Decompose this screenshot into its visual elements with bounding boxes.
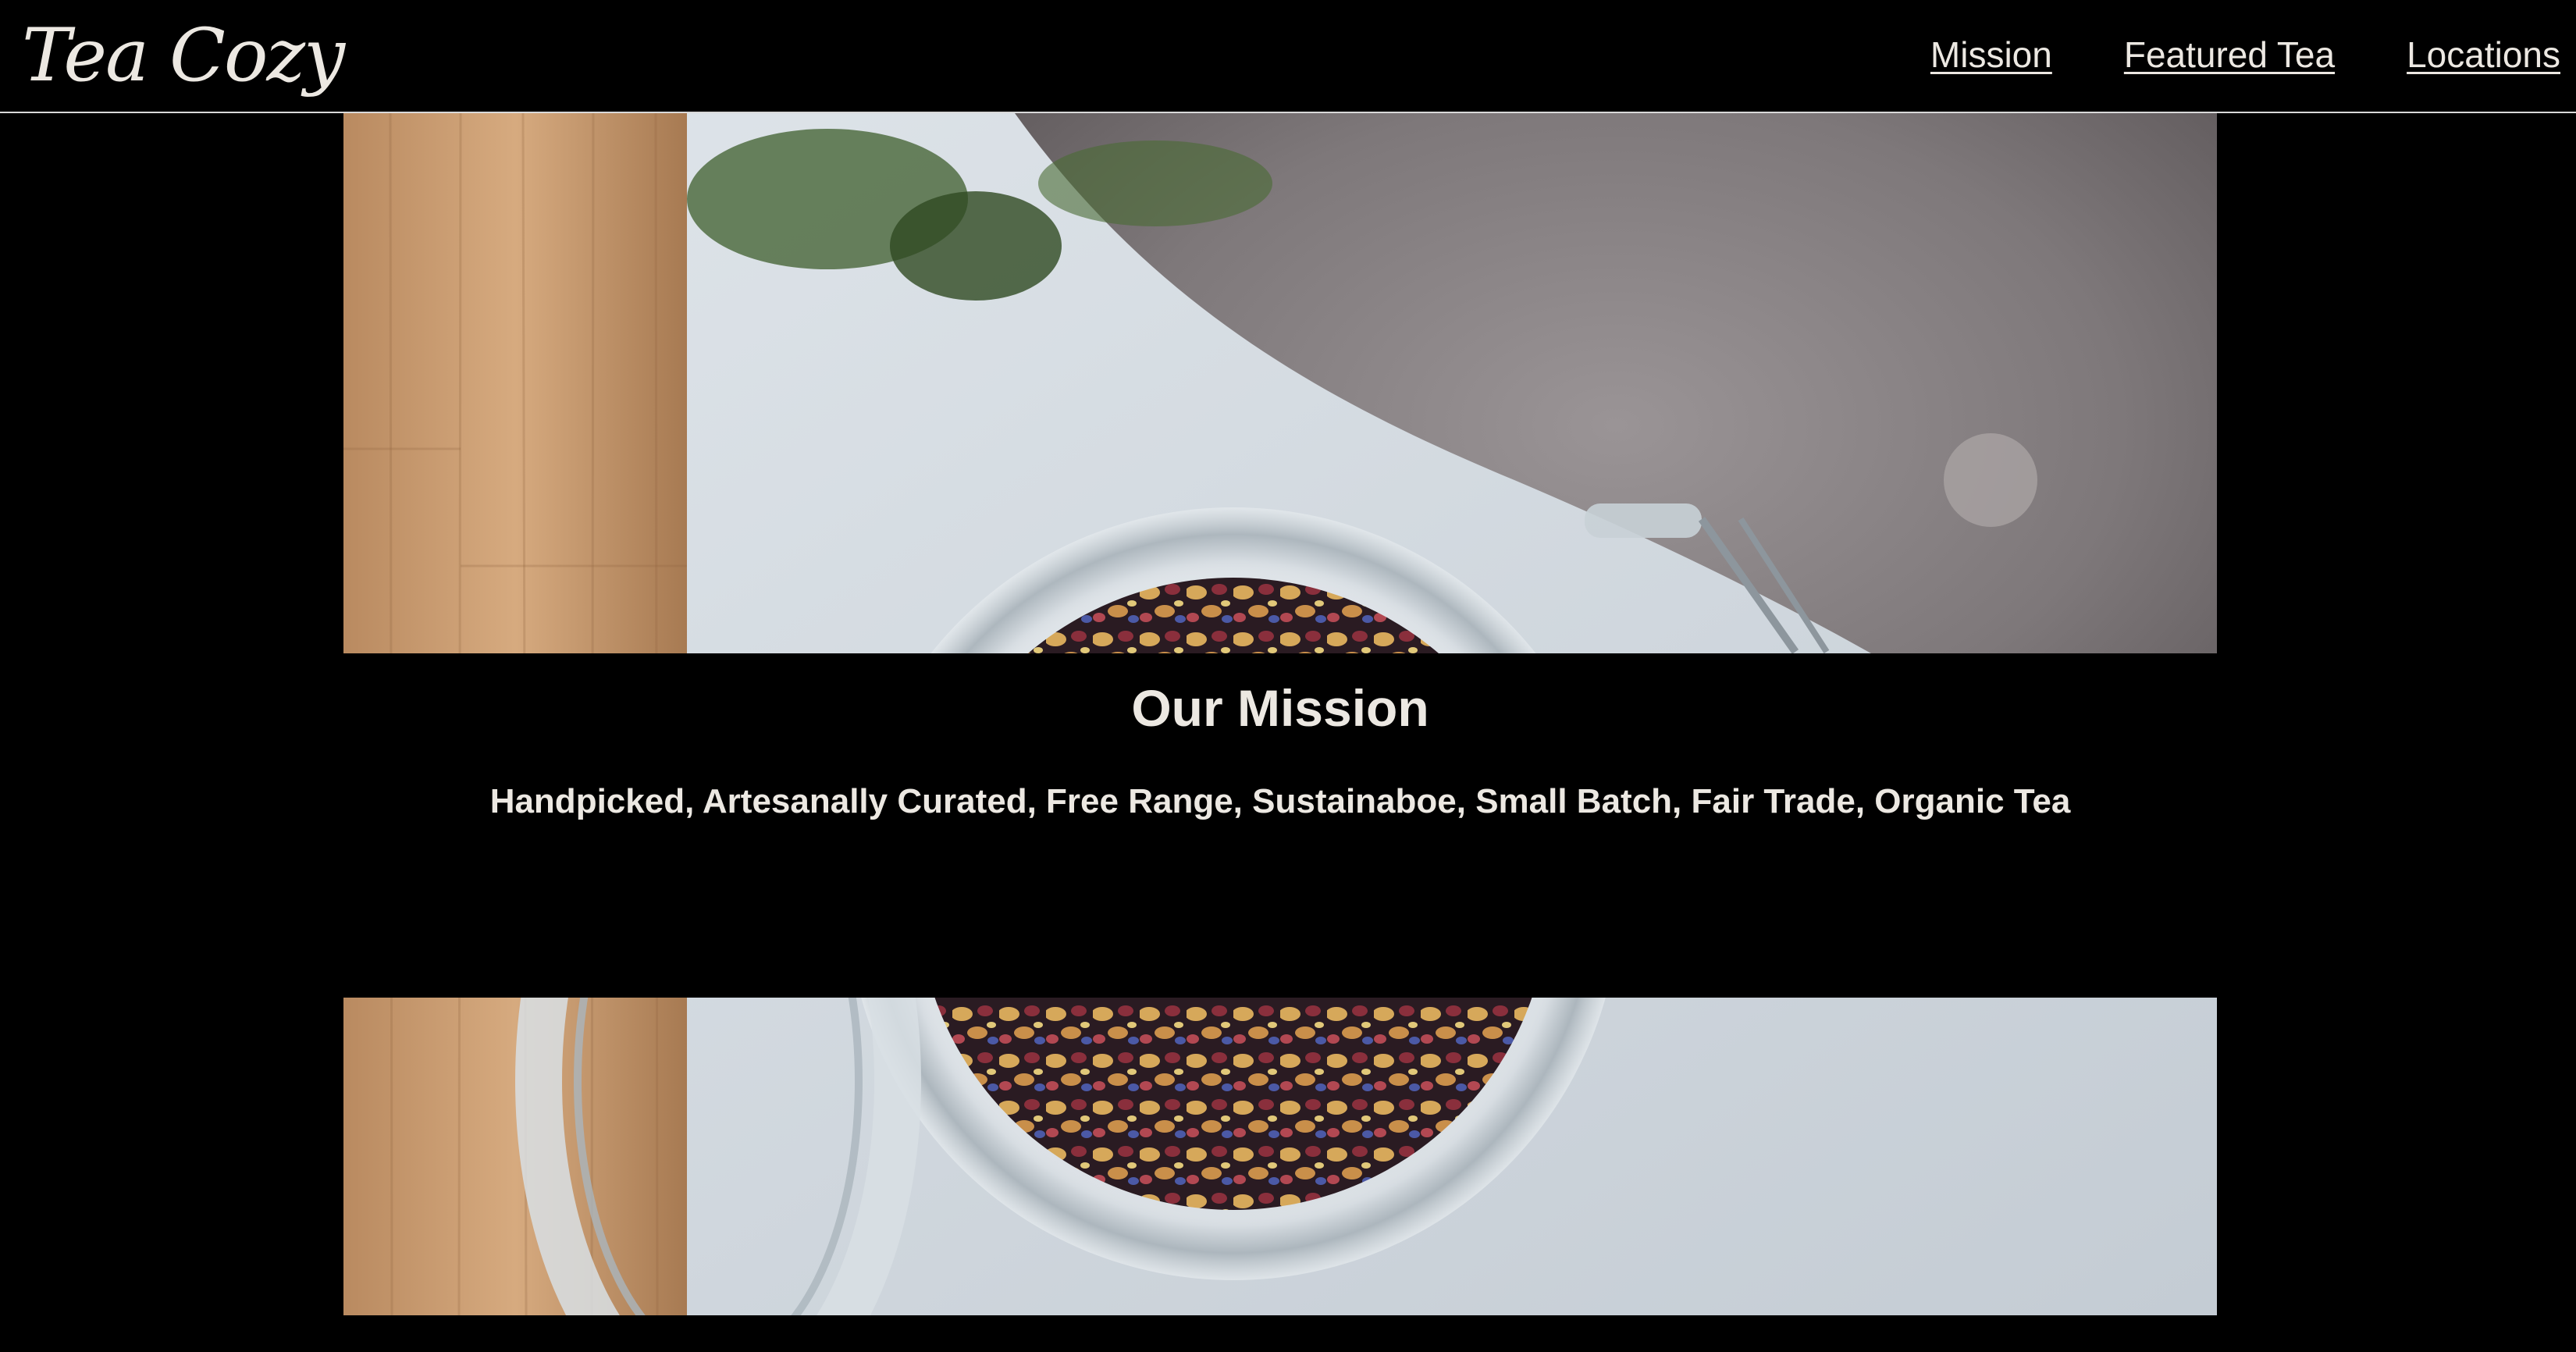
logo[interactable]: Tea Cozy bbox=[22, 9, 345, 103]
mission-statement: Handpicked, Artesanally Curated, Free Ra… bbox=[489, 782, 2071, 820]
main-nav: Mission Featured Tea Locations bbox=[1930, 33, 2560, 76]
site-header: Tea Cozy Mission Featured Tea Locations bbox=[0, 0, 2576, 113]
nav-link-locations[interactable]: Locations bbox=[2407, 33, 2560, 76]
hero-banner: Our Mission Handpicked, Artesanally Cura… bbox=[343, 113, 2217, 1315]
mission-title: Our Mission bbox=[1131, 679, 1429, 737]
nav-link-mission[interactable]: Mission bbox=[1930, 33, 2052, 76]
mission-section: Our Mission Handpicked, Artesanally Cura… bbox=[343, 653, 2217, 998]
nav-link-featured-tea[interactable]: Featured Tea bbox=[2124, 33, 2335, 76]
